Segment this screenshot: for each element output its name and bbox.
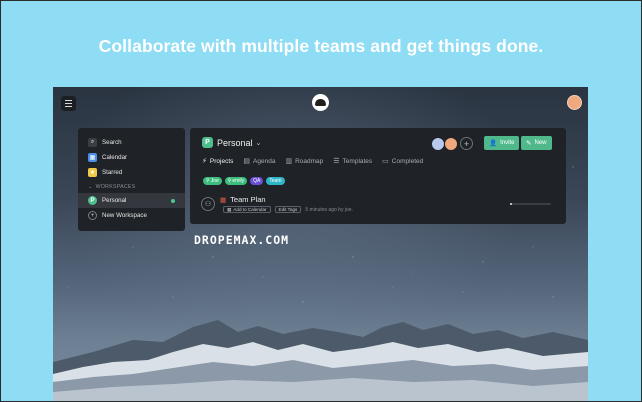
tag-label: emily: [232, 178, 245, 184]
sidebar-item-label: Search: [102, 139, 122, 146]
tag-label: Joe: [210, 178, 219, 184]
tab-roadmap[interactable]: ▥ Roadmap: [285, 157, 324, 166]
sidebar-item-label: Calendar: [102, 154, 128, 161]
workspace-badge: P: [202, 137, 213, 148]
task-title-label: Team Plan: [230, 195, 266, 204]
tab-agenda[interactable]: ▤ Agenda: [243, 157, 276, 166]
roadmap-icon: ▥: [285, 158, 293, 165]
new-icon: ✎: [526, 140, 532, 147]
assign-user-icon[interactable]: ⚇: [201, 197, 215, 211]
tab-completed[interactable]: ▭ Completed: [382, 157, 424, 166]
task-title[interactable]: ▦ Team Plan: [220, 195, 266, 204]
tab-label: Completed: [391, 157, 424, 165]
hamburger-icon: [65, 99, 72, 108]
add-to-calendar-label: Add to Calendar: [233, 207, 267, 212]
tag-chip[interactable]: ⚲ emily: [224, 177, 248, 185]
app-window: ⌕ Search ▦ Calendar ★ Starred ⌄ WORKSPAC…: [53, 87, 588, 402]
watermark: DROPEMAX.COM: [194, 233, 290, 247]
new-workspace-button[interactable]: + New Workspace: [78, 208, 185, 223]
invite-label: Invite: [500, 140, 515, 146]
sidebar-item-label: Starred: [102, 169, 123, 176]
tag-icon: ⚲: [206, 178, 210, 184]
logo-icon: [315, 99, 326, 106]
tab-label: Roadmap: [295, 157, 324, 165]
calendar-icon: ▦: [220, 196, 227, 204]
tag-label: QA: [253, 178, 261, 184]
member-avatar[interactable]: [431, 137, 445, 151]
mountain-landscape: [53, 320, 588, 402]
member-avatars: +: [431, 137, 473, 151]
main-panel: P Personal ⌄ + 👤 Invite ✎ New ⚡ Projects…: [190, 128, 566, 224]
chevron-down-icon: ⌄: [88, 183, 93, 190]
invite-button[interactable]: 👤 Invite: [484, 136, 519, 150]
app-logo[interactable]: [312, 94, 329, 111]
tab-label: Templates: [342, 157, 373, 165]
headline: Collaborate with multiple teams and get …: [98, 36, 544, 56]
tab-templates[interactable]: ☰ Templates: [333, 157, 373, 166]
new-label: New: [534, 140, 547, 146]
projects-icon: ⚡: [202, 158, 207, 165]
tab-label: Projects: [209, 157, 234, 165]
task-timestamp: 5 minutes ago by joe.: [305, 206, 353, 213]
sidebar-item-personal[interactable]: P Personal: [78, 193, 185, 208]
edit-tags-label: Edit Tags: [278, 207, 298, 212]
task-row[interactable]: ⚇ ▦ Team Plan ▦ Add to Calendar Edit Tags…: [201, 195, 556, 217]
sidebar-item-label: Personal: [102, 197, 127, 204]
calendar-icon: ▦: [88, 153, 97, 162]
add-user-icon: 👤: [489, 140, 498, 147]
chevron-down-icon: ⌄: [255, 139, 262, 147]
tab-bar: ⚡ Projects ▤ Agenda ▥ Roadmap ☰ Template…: [202, 157, 433, 166]
new-button[interactable]: ✎ New: [521, 136, 552, 150]
add-member-icon[interactable]: +: [460, 137, 473, 150]
new-workspace-label: New Workspace: [102, 212, 147, 219]
workspace-title-label: Personal: [217, 137, 253, 148]
task-progress-bar: [510, 203, 551, 205]
task-meta: ▦ Add to Calendar Edit Tags 5 minutes ago…: [223, 206, 353, 213]
plus-icon: +: [88, 211, 97, 220]
sidebar-item-search[interactable]: ⌕ Search: [78, 135, 185, 150]
search-icon: ⌕: [88, 138, 97, 147]
user-avatar[interactable]: [567, 95, 582, 110]
agenda-icon: ▤: [243, 158, 251, 165]
active-dot: [171, 198, 175, 203]
tag-chip[interactable]: Team: [266, 177, 285, 185]
star-icon: ★: [88, 168, 97, 177]
tag-chip[interactable]: ⚲ Joe: [203, 177, 222, 185]
tag-icon: ⚲: [227, 178, 232, 184]
menu-button[interactable]: [61, 96, 76, 111]
sidebar: ⌕ Search ▦ Calendar ★ Starred ⌄ WORKSPAC…: [78, 128, 185, 231]
tab-projects[interactable]: ⚡ Projects: [202, 157, 234, 166]
tag-label: Team: [269, 178, 282, 184]
tag-filter-bar: ⚲ Joe ⚲ emily QA Team: [203, 177, 288, 185]
workspace-title[interactable]: P Personal ⌄: [202, 137, 261, 148]
workspace-badge: P: [88, 196, 97, 205]
sidebar-item-calendar[interactable]: ▦ Calendar: [78, 150, 185, 165]
tag-chip[interactable]: QA: [250, 177, 264, 185]
add-to-calendar-button[interactable]: ▦ Add to Calendar: [223, 206, 271, 213]
progress-fill: [510, 203, 512, 205]
templates-icon: ☰: [333, 158, 340, 165]
tab-label: Agenda: [253, 157, 276, 165]
workspaces-section-header[interactable]: ⌄ WORKSPACES: [78, 180, 185, 193]
edit-tags-button[interactable]: Edit Tags: [274, 206, 302, 213]
member-avatar[interactable]: [444, 137, 458, 151]
completed-icon: ▭: [382, 158, 389, 165]
section-label: WORKSPACES: [95, 183, 136, 190]
calendar-icon: ▦: [227, 206, 232, 212]
sidebar-item-starred[interactable]: ★ Starred: [78, 165, 185, 180]
